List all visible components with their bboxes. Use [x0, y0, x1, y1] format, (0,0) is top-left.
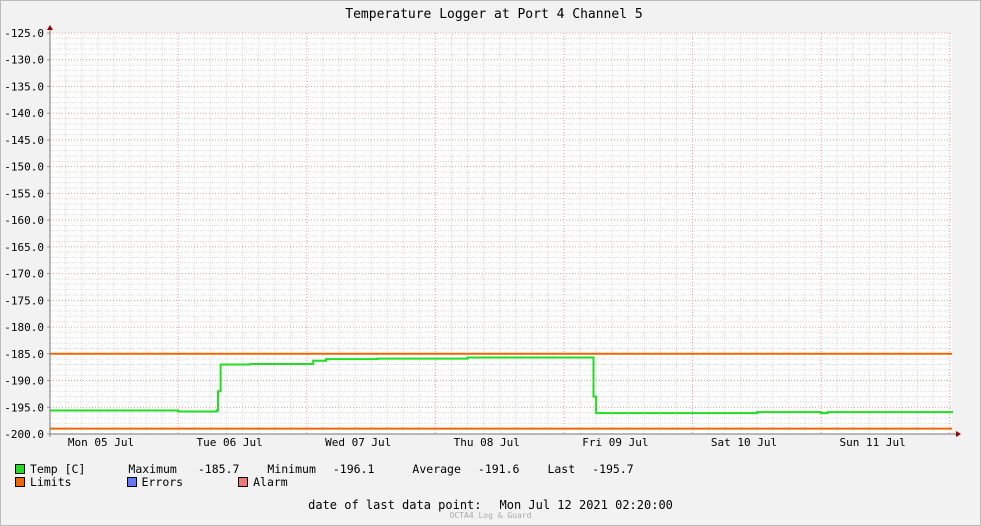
temperature-chart: -125.0 -130.0 -135.0 -140.0 -145.0 -150.0 -155…	[0, 0, 981, 526]
last-data-point-label: date of last data point:	[308, 498, 482, 512]
y-tick-label: -135.0	[4, 80, 44, 93]
y-tick-label: -200.0	[4, 428, 44, 441]
x-tick-label: Thu 08 Jul	[454, 436, 520, 449]
legend-average-label: Average	[412, 462, 461, 476]
legend-temp-label: Temp [C]	[30, 462, 86, 476]
y-tick-label: -195.0	[4, 401, 44, 414]
legend-row-2: Limits Errors Alarm	[15, 475, 288, 489]
y-tick-label: -170.0	[4, 268, 44, 281]
legend-average-value: -191.6	[477, 462, 520, 476]
temp-swatch	[15, 464, 25, 474]
x-tick-label: Wed 07 Jul	[325, 436, 391, 449]
chart-title: Temperature Logger at Port 4 Channel 5	[345, 7, 642, 22]
y-tick-label: -180.0	[4, 321, 44, 334]
x-tick-label: Sat 10 Jul	[711, 436, 777, 449]
limits-swatch	[15, 477, 25, 487]
y-tick-label: -140.0	[4, 107, 44, 120]
y-tick-label: -155.0	[4, 187, 44, 200]
x-tick-label: Tue 06 Jul	[196, 436, 262, 449]
y-tick-label: -130.0	[4, 54, 44, 67]
y-axis-arrow	[47, 25, 53, 30]
legend-row-1: Temp [C] Maximum -185.7 Minimum -196.1 Averag…	[15, 462, 634, 476]
legend-alarm-label: Alarm	[253, 475, 288, 489]
legend-last-label: Last	[547, 462, 576, 476]
x-axis-arrow	[956, 431, 961, 437]
legend-minimum-label: Minimum	[267, 462, 316, 476]
errors-swatch	[126, 477, 137, 487]
plot-area	[50, 33, 952, 434]
x-tick-label: Mon 05 Jul	[68, 436, 134, 449]
y-tick-label: -190.0	[4, 375, 44, 388]
y-tick-label: -145.0	[4, 134, 44, 147]
chart-window: -125.0 -130.0 -135.0 -140.0 -145.0 -150.0 -155…	[0, 0, 981, 526]
legend-maximum-value: -185.7	[197, 462, 240, 476]
x-axis-ticks: Mon 05 Jul Tue 06 Jul Wed 07 Jul Thu 08 Jul…	[68, 436, 906, 449]
x-tick-label: Fri 09 Jul	[582, 436, 648, 449]
alarm-swatch	[238, 477, 249, 487]
legend-limits-label: Limits	[30, 475, 72, 489]
legend-errors-label: Errors	[141, 475, 184, 489]
last-data-point: date of last data point: Mon Jul 12 2021 …	[0, 498, 981, 512]
legend-maximum-label: Maximum	[128, 462, 177, 476]
y-tick-label: -150.0	[4, 161, 44, 174]
y-tick-label: -125.0	[4, 27, 44, 40]
y-tick-label: -165.0	[4, 241, 44, 254]
y-tick-label: -160.0	[4, 214, 44, 227]
legend-minimum-value: -196.1	[332, 462, 375, 476]
y-axis-ticks: -125.0 -130.0 -135.0 -140.0 -145.0 -150.0 -155…	[4, 27, 50, 441]
x-tick-label: Sun 11 Jul	[839, 436, 905, 449]
last-data-point-value: Mon Jul 12 2021 02:20:00	[499, 498, 673, 512]
y-tick-label: -185.0	[4, 348, 44, 361]
credit-text: OCTA4 Log & Guard	[449, 511, 532, 520]
y-tick-label: -175.0	[4, 294, 44, 307]
legend-last-value: -195.7	[592, 462, 634, 476]
